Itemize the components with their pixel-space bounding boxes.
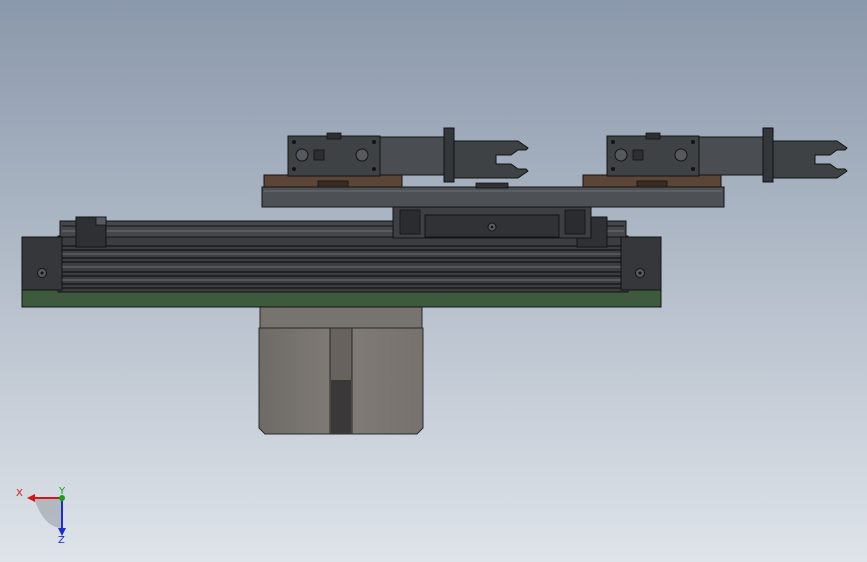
base-plate [21,289,662,308]
left-gripper-cylinder [379,136,445,176]
left-gripper-bracket [263,174,403,188]
cad-graphics-viewport[interactable]: X Y Z [0,0,867,562]
motor-flange [259,304,423,330]
right-gripper-cylinder [698,136,764,176]
right-gripper-bracket [582,174,722,188]
motor-shaft-slot [331,380,351,434]
servo-motor[interactable] [258,304,424,435]
cad-model-view[interactable]: X Y Z [0,0,867,562]
left-end-cap [21,236,63,291]
z-axis-label: Z [58,535,65,546]
carriage[interactable] [392,205,592,239]
mounting-plate[interactable] [261,186,725,208]
y-axis-label: Y [58,486,66,497]
x-axis-label: X [16,488,23,499]
right-end-cap [620,236,662,291]
